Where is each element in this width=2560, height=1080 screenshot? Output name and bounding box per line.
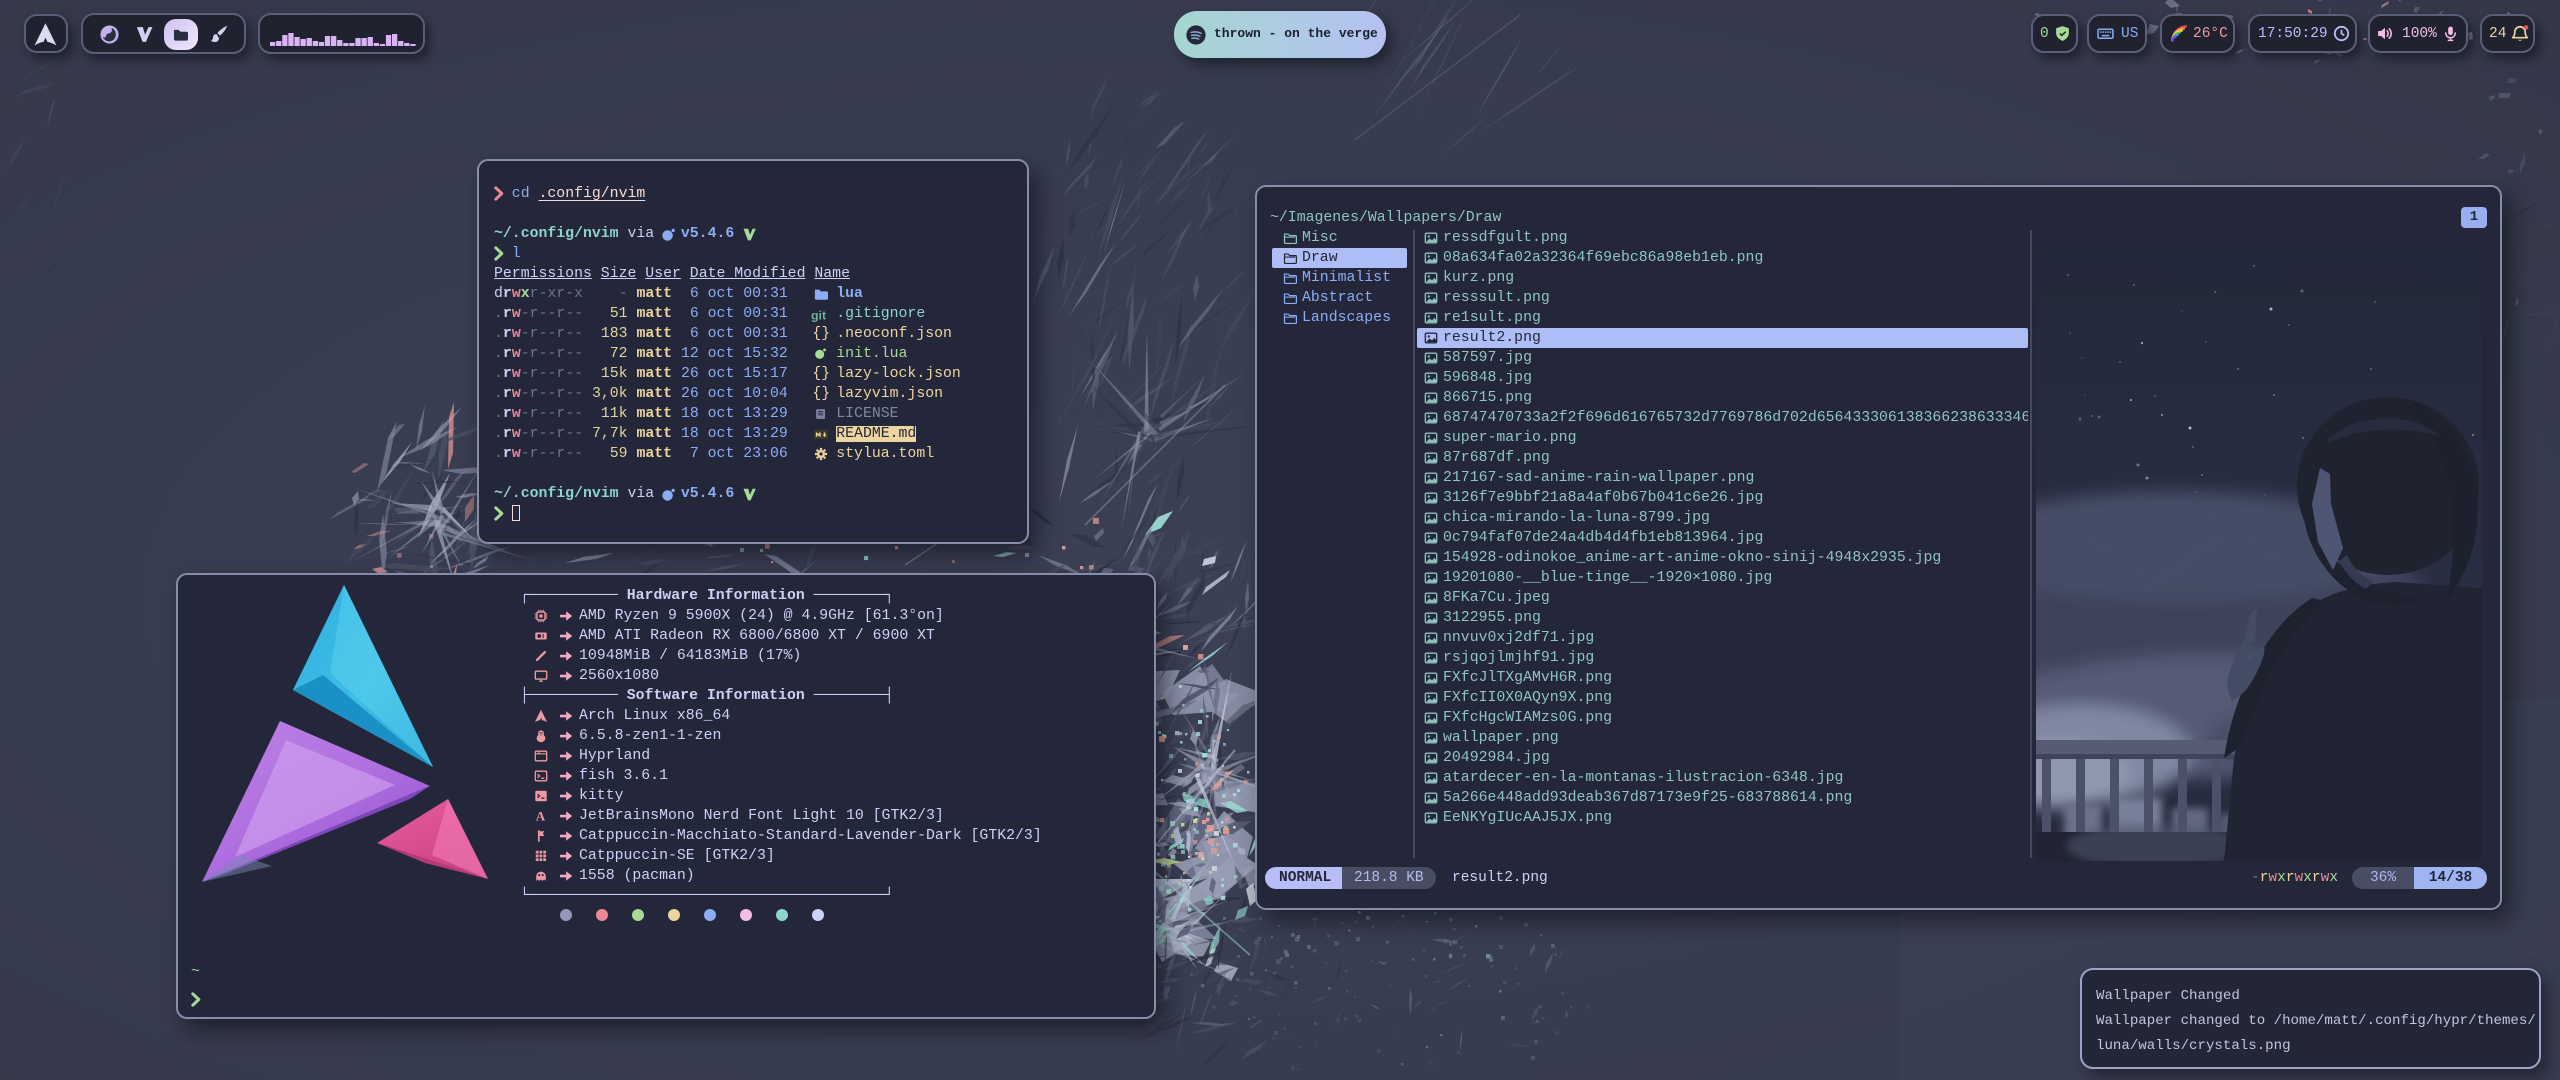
svg-text:A: A bbox=[536, 809, 546, 823]
